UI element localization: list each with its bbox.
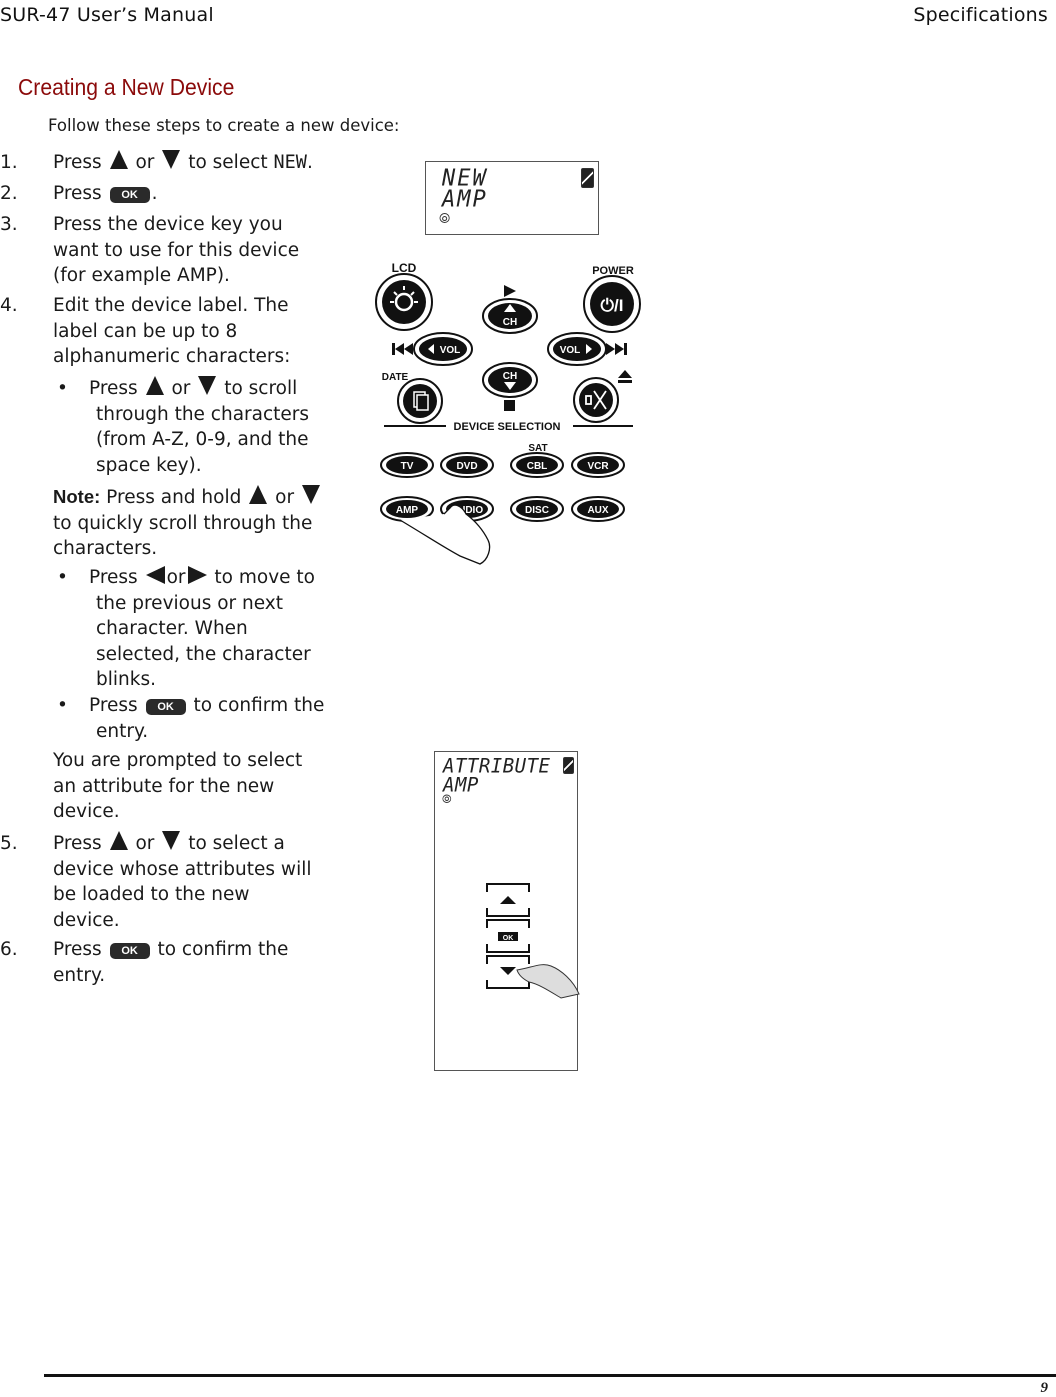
signal-icon: ⦾ [442,792,452,806]
ok-key-icon: OK [109,943,150,959]
step-number: 1. [0,152,18,173]
right-arrow-icon [187,566,207,584]
step-6-text: Press OK to confirm the entry. [53,939,289,986]
device-key-vcr[interactable]: VCR [571,452,625,478]
svg-text:TV: TV [401,461,414,472]
up-key-icon[interactable] [500,896,516,904]
up-arrow-icon [109,150,128,169]
page-number: 9 [1040,1380,1049,1396]
svg-text:VCR: VCR [587,461,609,472]
stop-icon [504,400,515,411]
mute-button[interactable] [573,377,619,423]
bullet-3-text: Press OK to confirm the entry. [89,695,325,742]
svg-text:OK: OK [503,935,514,942]
down-arrow-icon [162,831,181,850]
down-arrow-icon [301,485,320,504]
device-key-aux[interactable]: AUX [571,496,625,522]
lcd-button-label: LCD [392,261,417,275]
svg-text:DISC: DISC [525,505,549,516]
svg-text:CH: CH [503,317,517,328]
note-text: Note: Press and hold or to quickly scrol… [53,484,353,562]
channel-down-button[interactable]: CH [482,362,538,398]
battery-icon [581,168,594,188]
date-button-label: DATE [382,372,409,383]
device-key-tv[interactable]: TV [380,452,434,478]
bullet-2-text: Press or to move to the previous or next… [89,566,315,690]
device-key-cbl[interactable]: CBL [510,452,564,478]
step-number: 5. [0,833,18,854]
remote-keypad-illustration: LCD POWER ⏻/I CH VOL VOL CH DATE DEVICE … [375,261,641,565]
svg-text:AUX: AUX [587,505,608,516]
lcd-light-button[interactable] [375,273,433,331]
down-arrow-icon [198,376,217,395]
note-label: Note: [53,486,101,507]
next-track-icon [606,343,627,355]
step-2-text: Press OK. [53,183,158,204]
svg-text:CBL: CBL [527,461,548,472]
step-1-text: Press or to select NEW. [53,150,313,173]
svg-text:DVD: DVD [456,461,477,472]
ok-key-icon: OK [109,187,150,203]
channel-up-button[interactable]: CH [482,298,538,334]
instructions-column: 1. Press or to select NEW. 2. Press OK. … [0,150,360,1010]
volume-down-button[interactable]: VOL [413,332,473,366]
prompt-text: You are prompted to select an attribute … [53,750,303,822]
header-section-name: Specifications [913,4,1048,26]
header-manual-title: SUR-47 User’s Manual [0,4,214,26]
step-number: 4. [0,295,18,316]
power-icon: ⏻/I [601,296,624,315]
device-key-disc[interactable]: DISC [510,496,564,522]
bullet: • [57,567,68,588]
svg-text:AMP: AMP [396,505,419,516]
step-number: 3. [0,214,18,235]
device-key-dvd[interactable]: DVD [440,452,494,478]
new-code: NEW [273,152,307,173]
step-number: 6. [0,939,18,960]
down-key-icon[interactable] [500,967,516,975]
signal-icon: ⦾ [439,211,451,227]
power-button[interactable]: ⏻/I [583,275,641,333]
lcd-screen-attribute: ATTRIBUTE AMP ⦾ OK [434,751,580,1071]
footer-rule [44,1374,1056,1377]
pointing-hand-icon [516,964,580,999]
svg-text:CH: CH [503,371,517,382]
navigation-keys-illustration: OK [486,883,580,999]
svg-text:VOL: VOL [440,345,461,356]
step-4-text: Edit the device label. The label can be … [53,295,291,367]
lcd-screen-new-amp: NEW AMP ⦾ [425,161,599,235]
down-arrow-icon [162,150,181,169]
up-arrow-icon [145,376,164,395]
up-arrow-icon [109,831,128,850]
up-arrow-icon [249,485,268,504]
previous-track-icon [392,343,413,355]
play-icon [504,285,516,297]
step-5-text: Press or to select a device whose attrib… [53,831,312,931]
lcd-line-2: AMP [442,186,488,213]
svg-text:VOL: VOL [560,345,581,356]
step-number: 2. [0,183,18,204]
device-selection-label: DEVICE SELECTION [454,421,561,433]
bullet-1-text: Press or to scroll through the character… [89,376,310,476]
volume-up-button[interactable]: VOL [547,332,607,366]
date-button[interactable] [397,378,443,424]
step-3-text: Press the device key you want to use for… [53,214,300,286]
section-title: Creating a New Device [18,74,235,100]
bullet: • [57,378,68,399]
bullet: • [57,695,68,716]
intro-text: Follow these steps to create a new devic… [48,116,400,135]
ok-key-icon: OK [145,699,186,715]
eject-icon [618,370,632,383]
battery-icon [563,757,574,774]
left-arrow-icon [145,566,165,584]
